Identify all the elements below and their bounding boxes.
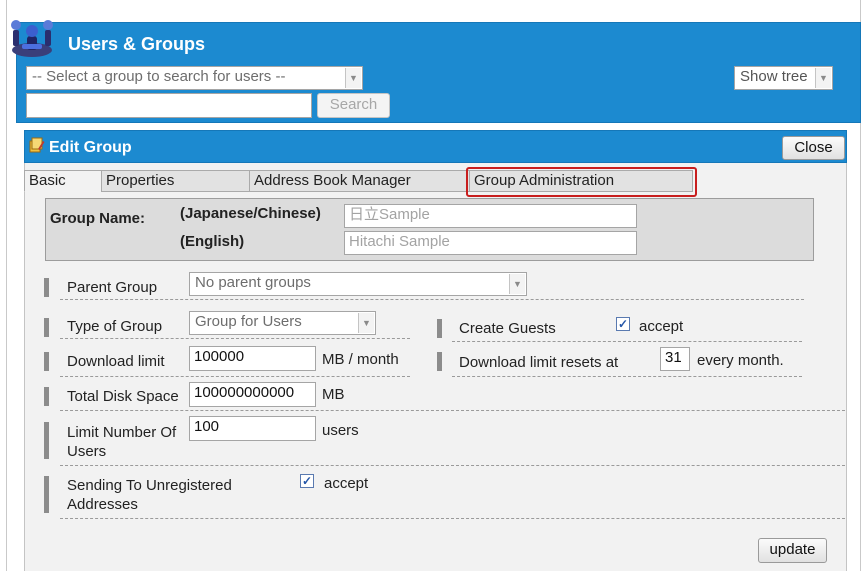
sending-unregistered-label-line1: Sending To Unregistered <box>67 477 232 494</box>
tab-basic[interactable]: Basic <box>24 170 102 192</box>
type-of-group-select[interactable]: Group for Users ▼ <box>189 311 376 335</box>
parent-group-label: Parent Group <box>67 279 158 296</box>
sending-unregistered-accept-label: accept <box>324 475 369 492</box>
download-limit-input[interactable]: 100000 <box>189 346 316 371</box>
total-disk-value: 100000000000 <box>194 384 295 401</box>
search-button[interactable]: Search <box>317 93 390 118</box>
download-reset-day-value: 31 <box>665 349 682 366</box>
field-marker <box>44 476 49 513</box>
limit-users-unit: users <box>322 422 359 439</box>
download-limit-value: 100000 <box>194 348 245 365</box>
group-select-value: -- Select a group to search for users -- <box>32 68 286 85</box>
group-name-japanese-field[interactable]: 日立Sample <box>344 204 637 228</box>
field-marker <box>44 278 49 297</box>
edit-group-icon <box>29 137 45 153</box>
field-marker <box>44 318 49 337</box>
field-marker <box>44 422 49 459</box>
limit-users-value: 100 <box>194 418 220 435</box>
type-of-group-value: Group for Users <box>195 313 302 330</box>
update-button[interactable]: update <box>758 538 827 563</box>
group-name-english-field[interactable]: Hitachi Sample <box>344 231 637 255</box>
parent-group-value: No parent groups <box>195 274 311 291</box>
chevron-down-icon[interactable]: ▼ <box>345 68 361 88</box>
divider <box>452 376 802 377</box>
japanese-label: (Japanese/Chinese) <box>180 205 321 222</box>
tab-group-administration[interactable]: Group Administration <box>469 170 693 192</box>
parent-group-select[interactable]: No parent groups ▼ <box>189 272 527 296</box>
divider <box>60 518 845 519</box>
total-disk-input[interactable]: 100000000000 <box>189 382 316 407</box>
divider <box>60 410 845 411</box>
edit-group-header: Edit Group Close <box>24 130 847 163</box>
english-placeholder: Hitachi Sample <box>349 233 450 250</box>
limit-users-label-line1: Limit Number Of <box>67 424 177 441</box>
download-limit-unit: MB / month <box>322 351 399 368</box>
sending-unregistered-label-line2: Addresses <box>67 496 138 513</box>
download-reset-label: Download limit resets at <box>459 354 619 371</box>
english-label: (English) <box>180 233 245 250</box>
divider <box>60 465 845 466</box>
field-marker <box>44 387 49 406</box>
field-marker <box>437 319 442 338</box>
create-guests-checkbox[interactable]: ✓ <box>616 317 630 331</box>
tab-address-book-manager[interactable]: Address Book Manager <box>249 170 470 192</box>
type-of-group-label: Type of Group <box>67 318 163 335</box>
users-groups-logo-icon <box>11 20 53 57</box>
field-marker <box>437 352 442 371</box>
divider <box>60 338 410 339</box>
divider <box>60 376 410 377</box>
limit-users-label-line2: Users <box>67 443 107 460</box>
tab-properties[interactable]: Properties <box>101 170 250 192</box>
download-reset-suffix: every month. <box>697 352 784 369</box>
limit-users-input[interactable]: 100 <box>189 416 316 441</box>
show-tree-value: Show tree <box>740 68 808 85</box>
group-select[interactable]: -- Select a group to search for users --… <box>26 66 363 90</box>
edit-group-title: Edit Group <box>49 139 132 156</box>
download-limit-label: Download limit <box>67 353 165 370</box>
divider <box>60 299 804 300</box>
chevron-down-icon[interactable]: ▼ <box>509 274 525 294</box>
close-button[interactable]: Close <box>782 136 845 160</box>
group-name-label: Group Name: <box>50 210 146 227</box>
create-guests-label: Create Guests <box>459 320 556 337</box>
sending-unregistered-checkbox[interactable]: ✓ <box>300 474 314 488</box>
divider <box>452 341 802 342</box>
chevron-down-icon[interactable]: ▼ <box>815 68 831 88</box>
chevron-down-icon[interactable]: ▼ <box>358 313 374 333</box>
download-reset-day-input[interactable]: 31 <box>660 347 690 371</box>
japanese-placeholder: 日立Sample <box>349 206 430 223</box>
total-disk-label: Total Disk Space <box>67 388 179 405</box>
field-marker <box>44 352 49 371</box>
app-title: Users & Groups <box>68 34 206 54</box>
total-disk-unit: MB <box>322 386 345 403</box>
show-tree-select[interactable]: Show tree ▼ <box>734 66 833 90</box>
create-guests-accept-label: accept <box>639 318 684 335</box>
search-input[interactable] <box>26 93 312 118</box>
